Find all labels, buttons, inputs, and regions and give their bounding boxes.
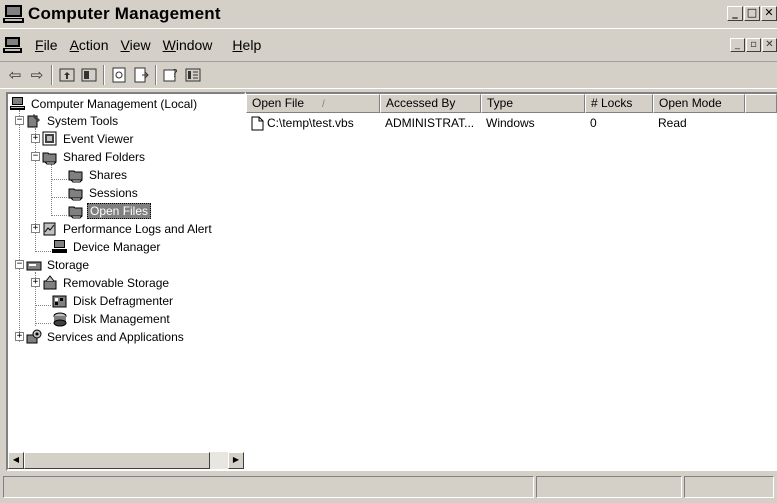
tree-item-event-viewer[interactable]: Event Viewer [42, 130, 135, 147]
computer-management-window: Computer Management _ □ ✕ File Action Vi… [0, 0, 777, 503]
menu-bar: File Action View Window Help _ ▫ ✕ [0, 28, 777, 60]
expand-removable-storage-toggle[interactable]: + [31, 278, 40, 287]
tree-item-disk-management[interactable]: Disk Management [52, 310, 172, 327]
menu-view[interactable]: View [121, 37, 151, 53]
menu-file[interactable]: File [35, 37, 58, 53]
child-minimize-button[interactable]: _ [730, 38, 745, 52]
tree-item-shares[interactable]: Shares [68, 166, 129, 183]
scroll-right-button[interactable]: ▶ [228, 452, 244, 469]
menu-help[interactable]: Help [232, 37, 261, 53]
status-panel-main [3, 476, 534, 498]
cell-type: Windows [486, 116, 535, 130]
tree-item-system-tools[interactable]: System Tools [26, 112, 120, 129]
expand-performance-logs-toggle[interactable]: + [31, 224, 40, 233]
table-row[interactable]: C:\temp\test.vbs ADMINISTRAT... Windows … [246, 114, 745, 132]
scroll-left-button[interactable]: ◀ [8, 452, 24, 469]
tree-item-computer-management[interactable]: Computer Management (Local) [10, 95, 199, 112]
performance-logs-icon [42, 221, 58, 237]
shared-folder-icon [68, 167, 84, 183]
toolbar-separator [51, 65, 53, 85]
tree-line [51, 197, 67, 198]
help-icon[interactable]: ? [160, 64, 182, 86]
tree-item-shared-folders[interactable]: Shared Folders [42, 148, 147, 165]
shared-folder-icon [68, 203, 84, 219]
system-tools-icon [26, 113, 42, 129]
forward-arrow-icon[interactable]: ⇨ [26, 64, 48, 86]
status-panel-right [684, 476, 774, 498]
collapse-system-tools-toggle[interactable]: − [15, 116, 24, 125]
toolbar-separator [155, 65, 157, 85]
export-list-icon[interactable] [130, 64, 152, 86]
tree-item-device-manager[interactable]: Device Manager [52, 238, 162, 255]
tree-item-performance-logs[interactable]: Performance Logs and Alert [42, 220, 214, 237]
status-bar [0, 475, 777, 499]
window-title: Computer Management [28, 4, 221, 23]
cell-open-mode: Read [658, 116, 687, 130]
back-arrow-icon[interactable]: ⇦ [4, 64, 26, 86]
column-header-locks[interactable]: # Locks [585, 94, 653, 113]
tree-line [35, 128, 36, 252]
tree-item-services-and-applications[interactable]: Services and Applications [26, 328, 186, 345]
storage-icon [26, 257, 42, 273]
tree-line [51, 215, 67, 216]
column-header-accessed-by[interactable]: Accessed By [380, 94, 481, 113]
scroll-thumb[interactable] [24, 452, 210, 469]
results-pane[interactable]: Open File / Accessed By Type # Locks Open… [246, 92, 777, 471]
expand-event-viewer-toggle[interactable]: + [31, 134, 40, 143]
tree-line [51, 164, 52, 216]
show-hide-tree-icon[interactable] [78, 64, 100, 86]
toolbar-separator [103, 65, 105, 85]
menu-window[interactable]: Window [163, 37, 213, 53]
column-header-row: Open File / Accessed By Type # Locks Open… [246, 94, 777, 113]
tree-item-storage[interactable]: Storage [26, 256, 91, 273]
services-icon [26, 329, 42, 345]
svg-text:?: ? [172, 67, 178, 80]
tree-item-removable-storage[interactable]: Removable Storage [42, 274, 171, 291]
removable-storage-icon [42, 274, 58, 291]
tree-line [35, 323, 51, 324]
column-header-open-mode[interactable]: Open Mode [653, 94, 745, 113]
computer-management-icon [3, 4, 25, 24]
toolbar: ⇦ ⇨ ? [0, 61, 777, 89]
status-panel-middle [536, 476, 682, 498]
column-header-type[interactable]: Type [481, 94, 585, 113]
menu-action[interactable]: Action [70, 37, 109, 53]
collapse-shared-folders-toggle[interactable]: − [31, 152, 40, 161]
disk-management-icon [52, 311, 68, 327]
console-tree-icon[interactable] [182, 64, 204, 86]
tree-line [35, 305, 51, 306]
tree-line [35, 251, 51, 252]
tree-line [51, 179, 67, 180]
column-header-open-file[interactable]: Open File / [246, 94, 380, 113]
system-menu-icon[interactable] [3, 36, 23, 54]
console-tree[interactable]: Computer Management (Local) − System Too… [6, 92, 246, 471]
maximize-button[interactable]: □ [744, 6, 760, 21]
device-manager-icon [52, 239, 68, 255]
child-restore-button[interactable]: ▫ [746, 38, 761, 52]
event-viewer-icon [42, 131, 58, 147]
collapse-storage-toggle[interactable]: − [15, 260, 24, 269]
minimize-button[interactable]: _ [727, 6, 743, 21]
column-header-filler [745, 94, 777, 113]
up-level-icon[interactable] [56, 64, 78, 86]
tree-horizontal-scrollbar[interactable]: ◀ ▶ [8, 452, 244, 469]
tree-item-disk-defragmenter[interactable]: Disk Defragmenter [52, 292, 175, 309]
tree-item-open-files[interactable]: Open Files [68, 202, 152, 219]
sort-indicator-icon: / [322, 99, 325, 110]
cell-open-file: C:\temp\test.vbs [267, 116, 354, 130]
child-close-button[interactable]: ✕ [762, 38, 777, 52]
cell-locks: 0 [590, 116, 597, 130]
shared-folder-icon [42, 149, 58, 165]
close-button[interactable]: ✕ [761, 6, 777, 21]
expand-services-toggle[interactable]: + [15, 332, 24, 341]
computer-icon [10, 96, 26, 112]
cell-accessed-by: ADMINISTRAT... [385, 116, 475, 130]
disk-defragmenter-icon [52, 293, 68, 309]
title-bar[interactable]: Computer Management _ □ ✕ [0, 0, 777, 28]
tree-item-sessions[interactable]: Sessions [68, 184, 140, 201]
file-icon [251, 116, 264, 131]
shared-folder-icon [68, 185, 84, 201]
tree-line [19, 110, 20, 342]
refresh-icon[interactable] [108, 64, 130, 86]
